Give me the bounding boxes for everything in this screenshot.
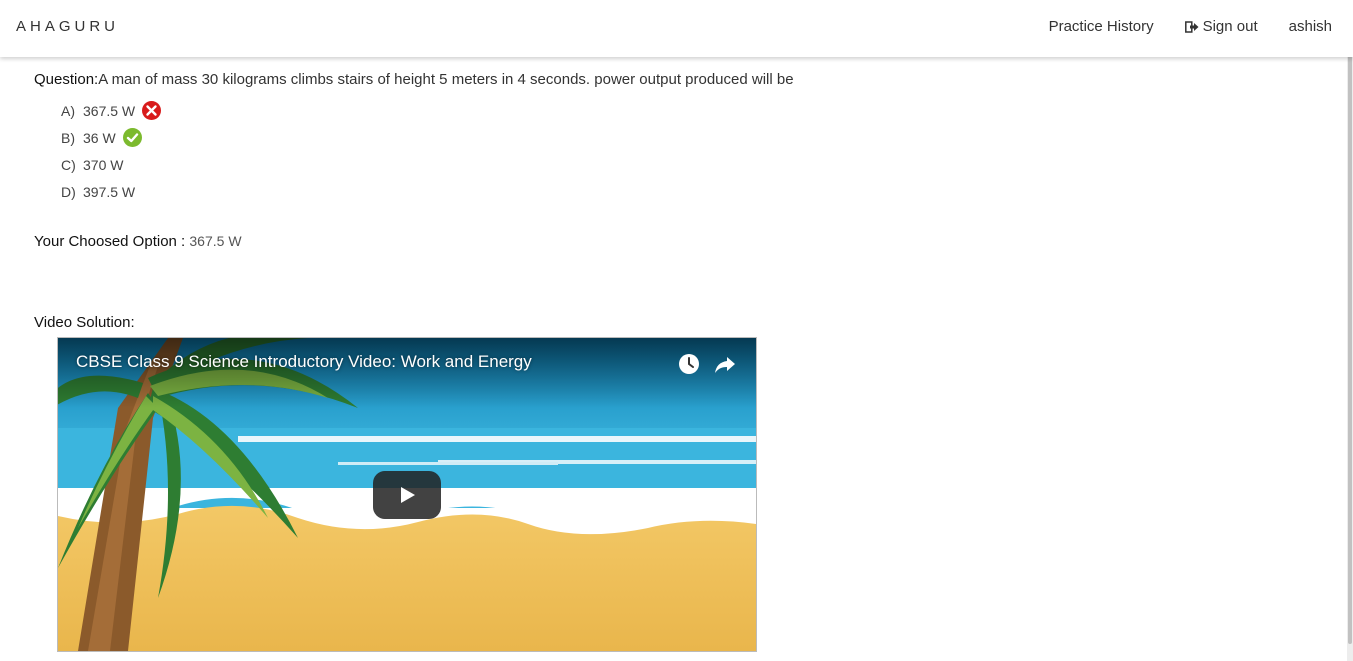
option-b: B) 36 W bbox=[61, 124, 161, 151]
scrollbar-thumb[interactable] bbox=[1348, 30, 1352, 644]
option-text: 397.5 W bbox=[83, 183, 136, 200]
video-title[interactable]: CBSE Class 9 Science Introductory Video:… bbox=[76, 352, 532, 372]
option-text: 36 W bbox=[83, 129, 116, 146]
play-button[interactable] bbox=[373, 471, 441, 519]
question-text: A man of mass 30 kilograms climbs stairs… bbox=[98, 71, 794, 88]
share-icon[interactable] bbox=[713, 352, 737, 376]
correct-icon bbox=[122, 128, 142, 147]
option-text: 367.5 W bbox=[83, 102, 136, 119]
sign-out-icon bbox=[1184, 20, 1199, 33]
option-c: C) 370 W bbox=[61, 151, 161, 178]
wrong-icon bbox=[142, 101, 162, 120]
nav-links: Practice History Sign out ashish bbox=[1049, 18, 1332, 35]
top-navbar: AHAGURU Practice History Sign out ashish bbox=[0, 0, 1353, 57]
user-name[interactable]: ashish bbox=[1289, 18, 1332, 35]
brand-logo[interactable]: AHAGURU bbox=[16, 18, 119, 35]
option-letter: C) bbox=[61, 156, 76, 173]
option-letter: D) bbox=[61, 183, 76, 200]
watch-later-icon[interactable] bbox=[677, 352, 701, 376]
option-a: A) 367.5 W bbox=[61, 97, 162, 124]
video-player[interactable]: CBSE Class 9 Science Introductory Video:… bbox=[57, 337, 757, 652]
option-letter: A) bbox=[61, 102, 75, 119]
option-text: 370 W bbox=[83, 156, 124, 173]
option-d: D) 397.5 W bbox=[61, 178, 161, 205]
chosen-option: Your Choosed Option : 367.5 W bbox=[34, 233, 242, 250]
play-icon bbox=[401, 487, 415, 503]
question: Question:A man of mass 30 kilograms clim… bbox=[34, 71, 794, 88]
sign-out-link[interactable]: Sign out bbox=[1184, 18, 1258, 35]
chosen-option-label: Your Choosed Option : bbox=[34, 233, 190, 250]
practice-history-link[interactable]: Practice History bbox=[1049, 18, 1154, 35]
option-letter: B) bbox=[61, 129, 75, 146]
question-label: Question: bbox=[34, 71, 99, 88]
sign-out-label: Sign out bbox=[1202, 18, 1258, 35]
options-list: A) 367.5 W B) 36 W C) 370 W D) 397.5 W bbox=[61, 97, 162, 205]
chosen-option-value: 367.5 W bbox=[189, 233, 242, 249]
video-solution-label: Video Solution: bbox=[34, 314, 135, 331]
